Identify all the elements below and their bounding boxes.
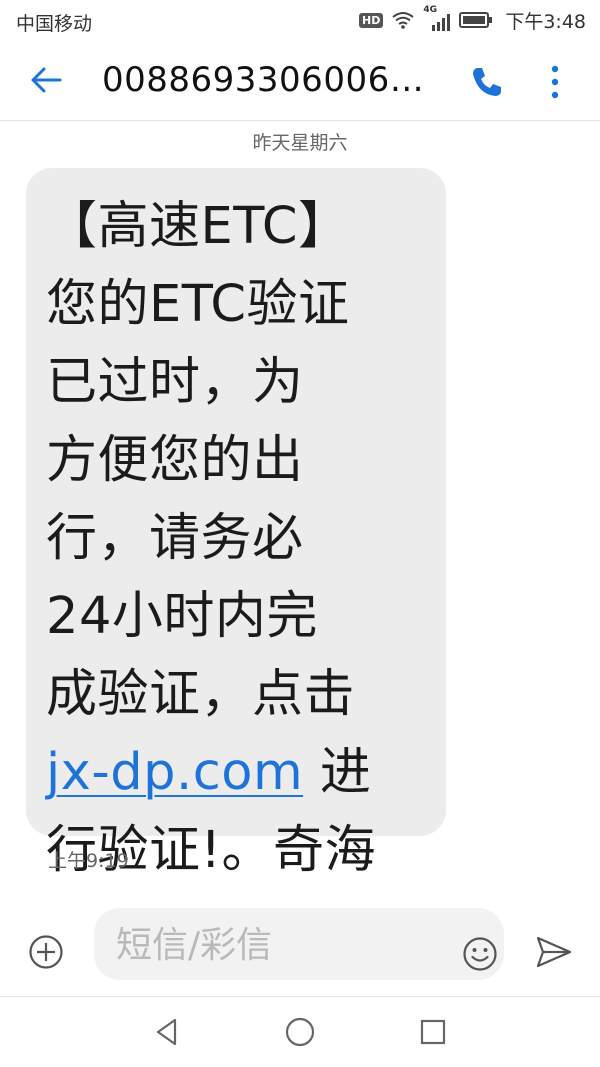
more-vertical-icon: [551, 65, 559, 99]
message-timestamp: 上午9:19: [48, 850, 129, 872]
message-line: 您的ETC验证: [46, 275, 350, 334]
message-input[interactable]: [114, 918, 448, 972]
message-link-suffix: 进: [303, 743, 372, 802]
circle-home-icon: [285, 1017, 315, 1047]
message-line: 24小时内完: [46, 587, 318, 646]
message-bubble[interactable]: 【高速ETC】 您的ETC验证 已过时，为 方便您的出 行，请务必 24小时内完…: [26, 168, 446, 880]
status-time: 下午3:48: [505, 10, 586, 33]
carrier-name: 中国移动: [16, 13, 93, 35]
emoji-button[interactable]: [462, 936, 498, 972]
contact-number: 00886933060063...: [102, 60, 438, 100]
message-line-with-link: jx-dp.com 进: [46, 734, 432, 812]
signal-icon: [432, 14, 451, 31]
message-line: 行，请务必: [46, 509, 304, 568]
signal-group: 4G: [423, 5, 451, 31]
more-options-button[interactable]: [540, 62, 570, 102]
smiley-icon: [463, 937, 497, 971]
system-nav-bar: [0, 997, 600, 1067]
nav-back-button[interactable]: [150, 1015, 184, 1049]
message-line: 已过时，为: [46, 353, 304, 412]
send-icon: [536, 936, 572, 968]
wifi-icon: [392, 12, 414, 29]
send-button[interactable]: [534, 934, 574, 970]
arrow-left-icon: [31, 67, 62, 93]
message-composer: [0, 896, 600, 997]
nav-recents-button[interactable]: [418, 1017, 448, 1047]
conversation-header: 00886933060063...: [0, 40, 600, 121]
message-input-wrapper: [94, 908, 504, 980]
square-recents-icon: [420, 1019, 446, 1045]
nav-home-button[interactable]: [282, 1014, 318, 1050]
add-attachment-button[interactable]: [28, 934, 64, 970]
plus-circle-icon: [29, 935, 63, 969]
status-bar: 中国移动 HD 4G 下午3:48: [0, 0, 600, 40]
message-link[interactable]: jx-dp.com: [46, 743, 303, 802]
hd-badge: HD: [358, 12, 384, 28]
date-divider: 昨天星期六: [252, 132, 348, 154]
battery-icon: [459, 12, 493, 28]
message-line: 成验证，点击: [46, 665, 356, 724]
triangle-back-icon: [156, 1018, 177, 1046]
back-button[interactable]: [26, 60, 66, 100]
message-line: 【高速ETC】: [46, 197, 350, 256]
call-button[interactable]: [466, 62, 506, 102]
message-line: 方便您的出: [46, 431, 304, 490]
status-icons: HD 4G 下午3:48: [358, 5, 586, 33]
phone-icon: [473, 68, 501, 96]
